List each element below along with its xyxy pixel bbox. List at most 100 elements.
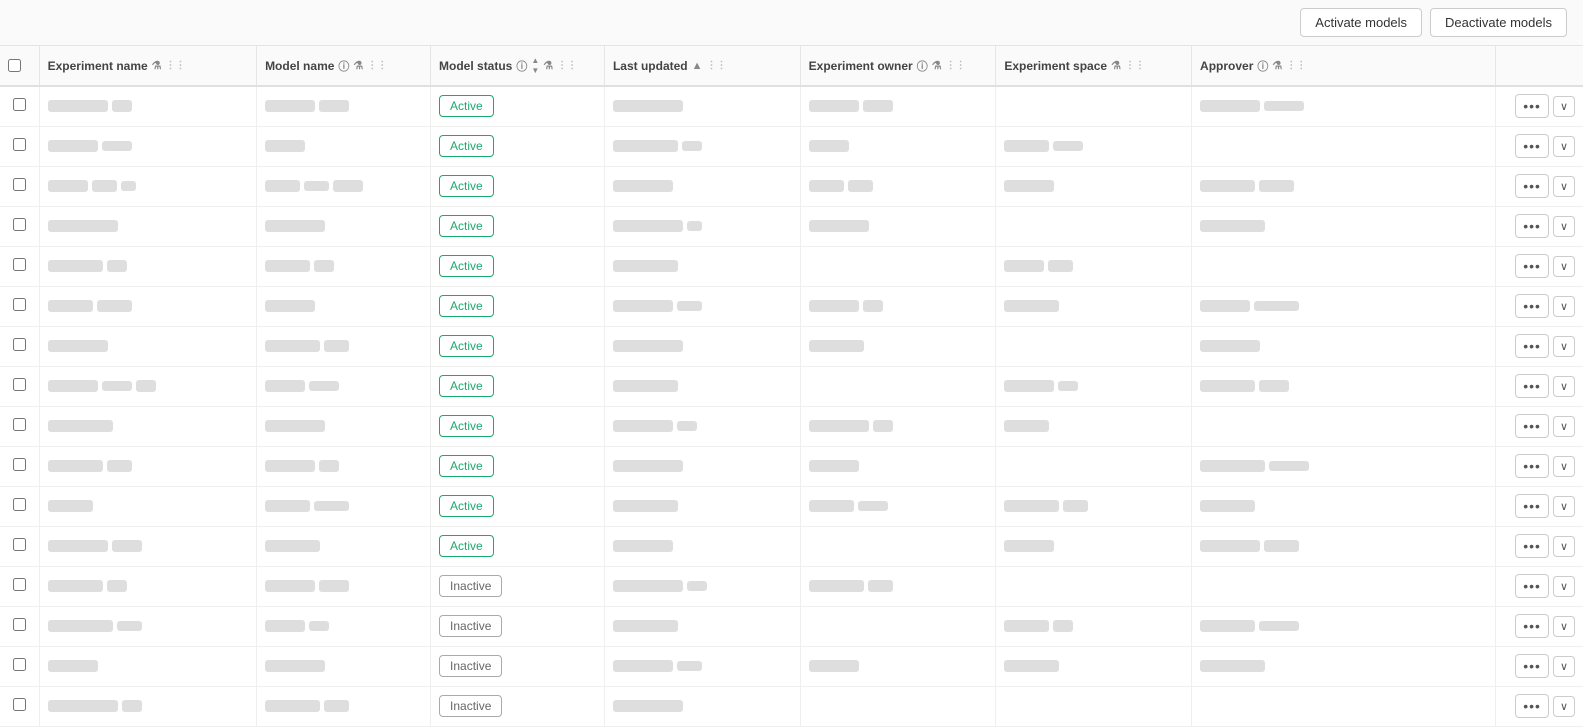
- expand-button[interactable]: ∨: [1553, 216, 1575, 237]
- expand-button[interactable]: ∨: [1553, 656, 1575, 677]
- more-options-button[interactable]: •••: [1515, 174, 1549, 198]
- experiment-owner-cell: [800, 86, 996, 126]
- row-checkbox[interactable]: [13, 98, 26, 111]
- expand-button[interactable]: ∨: [1553, 376, 1575, 397]
- expand-button[interactable]: ∨: [1553, 696, 1575, 717]
- row-checkbox[interactable]: [13, 658, 26, 671]
- more-options-button[interactable]: •••: [1515, 614, 1549, 638]
- expand-button[interactable]: ∨: [1553, 616, 1575, 637]
- header-actions: [1496, 46, 1583, 86]
- model-name-label: Model name: [265, 59, 334, 73]
- row-checkbox[interactable]: [13, 698, 26, 711]
- more-options-button[interactable]: •••: [1515, 94, 1549, 118]
- experiment-name-cell: [39, 526, 256, 566]
- row-checkbox[interactable]: [13, 538, 26, 551]
- row-checkbox[interactable]: [13, 258, 26, 271]
- status-badge: Inactive: [439, 695, 502, 717]
- more-options-button[interactable]: •••: [1515, 334, 1549, 358]
- model-name-cell: [257, 246, 431, 286]
- row-checkbox[interactable]: [13, 578, 26, 591]
- model-name-cell: [257, 326, 431, 366]
- drag-handle-icon[interactable]: ⋮⋮: [166, 60, 186, 71]
- top-bar: Activate models Deactivate models: [0, 0, 1583, 46]
- row-checkbox[interactable]: [13, 458, 26, 471]
- table-row: Active•••∨: [0, 246, 1583, 286]
- more-options-button[interactable]: •••: [1515, 694, 1549, 718]
- drag-handle-icon[interactable]: ⋮⋮: [367, 60, 387, 71]
- drag-handle-icon[interactable]: ⋮⋮: [1286, 60, 1306, 71]
- actions-cell: •••∨: [1496, 206, 1583, 246]
- info-icon[interactable]: ⓘ: [516, 58, 527, 74]
- status-badge: Active: [439, 95, 494, 117]
- model-name-cell: [257, 366, 431, 406]
- drag-handle-icon[interactable]: ⋮⋮: [707, 60, 727, 71]
- row-checkbox[interactable]: [13, 378, 26, 391]
- model-name-cell: [257, 126, 431, 166]
- approver-cell: [1192, 326, 1496, 366]
- filter-icon[interactable]: ⚗: [543, 59, 553, 72]
- row-checkbox[interactable]: [13, 498, 26, 511]
- row-checkbox[interactable]: [13, 218, 26, 231]
- info-icon[interactable]: ⓘ: [338, 58, 349, 74]
- model-status-cell: Inactive: [431, 606, 605, 646]
- experiment-owner-cell: [800, 166, 996, 206]
- expand-button[interactable]: ∨: [1553, 576, 1575, 597]
- table-row: Active•••∨: [0, 326, 1583, 366]
- drag-handle-icon[interactable]: ⋮⋮: [1125, 60, 1145, 71]
- more-options-button[interactable]: •••: [1515, 214, 1549, 238]
- last-updated-cell: [604, 246, 800, 286]
- expand-button[interactable]: ∨: [1553, 136, 1575, 157]
- expand-button[interactable]: ∨: [1553, 496, 1575, 517]
- filter-icon[interactable]: ⚗: [932, 59, 942, 72]
- expand-button[interactable]: ∨: [1553, 536, 1575, 557]
- drag-handle-icon[interactable]: ⋮⋮: [946, 60, 966, 71]
- info-icon[interactable]: ⓘ: [917, 58, 928, 74]
- expand-button[interactable]: ∨: [1553, 296, 1575, 317]
- more-options-button[interactable]: •••: [1515, 254, 1549, 278]
- status-badge: Active: [439, 495, 494, 517]
- sort-icon[interactable]: ▲▼: [531, 56, 539, 75]
- experiment-space-cell: [996, 406, 1192, 446]
- more-options-button[interactable]: •••: [1515, 574, 1549, 598]
- more-options-button[interactable]: •••: [1515, 534, 1549, 558]
- row-checkbox[interactable]: [13, 138, 26, 151]
- more-options-button[interactable]: •••: [1515, 134, 1549, 158]
- experiment-owner-cell: [800, 406, 996, 446]
- activate-models-button[interactable]: Activate models: [1300, 8, 1422, 37]
- drag-handle-icon[interactable]: ⋮⋮: [557, 60, 577, 71]
- experiment-name-cell: [39, 646, 256, 686]
- info-icon[interactable]: ⓘ: [1257, 58, 1268, 74]
- row-checkbox[interactable]: [13, 618, 26, 631]
- sort-up-icon[interactable]: ▲: [692, 60, 703, 72]
- filter-icon[interactable]: ⚗: [353, 59, 363, 72]
- expand-button[interactable]: ∨: [1553, 96, 1575, 117]
- expand-button[interactable]: ∨: [1553, 416, 1575, 437]
- expand-button[interactable]: ∨: [1553, 456, 1575, 477]
- table-row: Active•••∨: [0, 406, 1583, 446]
- table-row: Active•••∨: [0, 206, 1583, 246]
- deactivate-models-button[interactable]: Deactivate models: [1430, 8, 1567, 37]
- actions-cell: •••∨: [1496, 166, 1583, 206]
- expand-button[interactable]: ∨: [1553, 336, 1575, 357]
- filter-icon[interactable]: ⚗: [152, 59, 162, 72]
- more-options-button[interactable]: •••: [1515, 454, 1549, 478]
- row-checkbox[interactable]: [13, 298, 26, 311]
- expand-button[interactable]: ∨: [1553, 176, 1575, 197]
- more-options-button[interactable]: •••: [1515, 374, 1549, 398]
- more-options-button[interactable]: •••: [1515, 494, 1549, 518]
- select-all-checkbox[interactable]: [8, 59, 21, 72]
- last-updated-cell: [604, 566, 800, 606]
- experiment-name-cell: [39, 406, 256, 446]
- row-checkbox[interactable]: [13, 418, 26, 431]
- more-options-button[interactable]: •••: [1515, 654, 1549, 678]
- approver-cell: [1192, 526, 1496, 566]
- row-checkbox[interactable]: [13, 338, 26, 351]
- filter-icon[interactable]: ⚗: [1111, 59, 1121, 72]
- experiment-owner-cell: [800, 446, 996, 486]
- status-badge: Active: [439, 535, 494, 557]
- expand-button[interactable]: ∨: [1553, 256, 1575, 277]
- more-options-button[interactable]: •••: [1515, 414, 1549, 438]
- row-checkbox[interactable]: [13, 178, 26, 191]
- more-options-button[interactable]: •••: [1515, 294, 1549, 318]
- filter-icon[interactable]: ⚗: [1272, 59, 1282, 72]
